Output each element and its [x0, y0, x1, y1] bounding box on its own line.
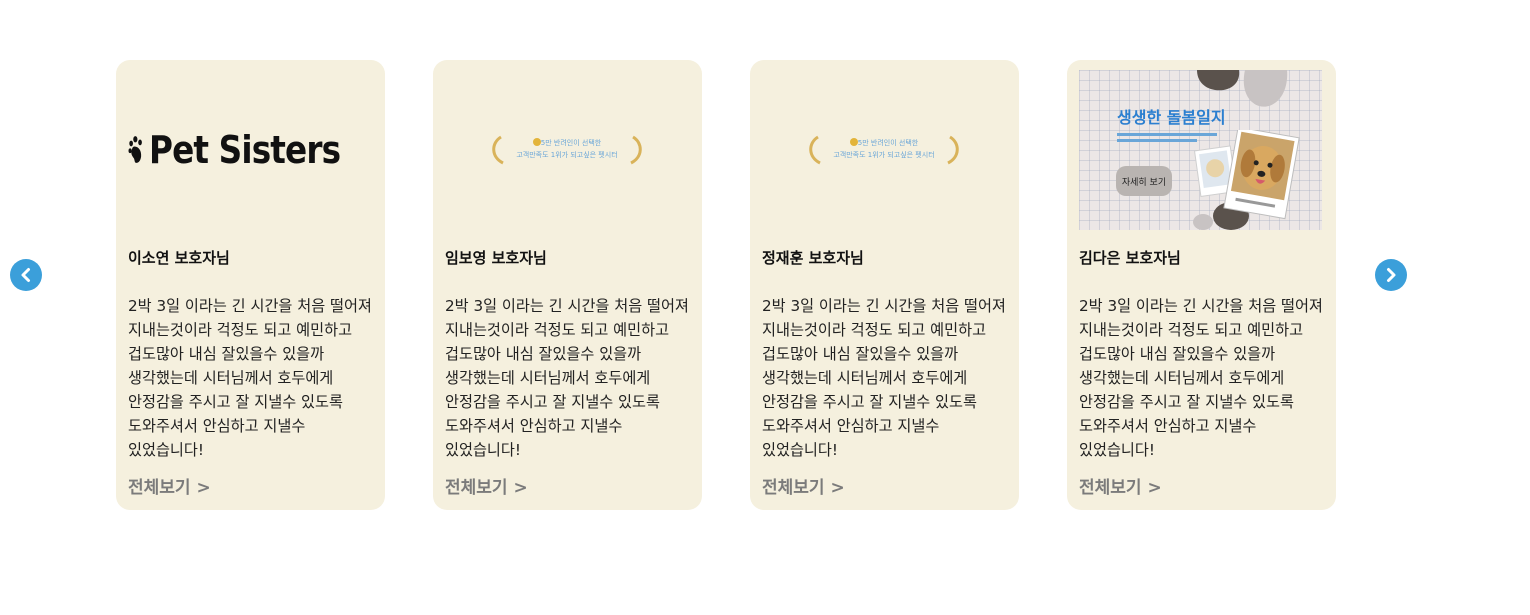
pet-sisters-logo: Pet Sisters [128, 70, 371, 230]
view-more-link[interactable]: 전체보기 > [128, 473, 211, 498]
laurel-badge: 5만 반려인이 선택한 고객만족도 1위가 되고싶은 펫시터 [762, 70, 1005, 230]
badge-line1: 5만 반려인이 선택한 [857, 138, 918, 147]
review-card: Pet Sisters 이소연 보호자님 2박 3일 이라는 긴 시간을 처음 … [116, 60, 385, 510]
view-more-link[interactable]: 전체보기 > [762, 473, 845, 498]
dog-photo [1194, 130, 1300, 220]
chevron-right-icon [1387, 268, 1396, 282]
view-more-link[interactable]: 전체보기 > [1079, 473, 1162, 498]
card-image: Pet Sisters [128, 70, 371, 230]
paw-icon [128, 136, 142, 163]
care-diary-banner: 생생한 돌봄일지 자세히 보기 [1079, 70, 1322, 230]
review-text: 2박 3일 이라는 긴 시간을 처음 떨어져 지내는것이라 걱정도 되고 예민하… [1079, 297, 1323, 459]
banner-detail-button[interactable]: 자세히 보기 [1116, 166, 1172, 196]
review-card: 5만 반려인이 선택한 고객만족도 1위가 되고싶은 펫시터 정재훈 보호자님 … [750, 60, 1019, 510]
card-image: 5만 반려인이 선택한 고객만족도 1위가 되고싶은 펫시터 [445, 70, 688, 230]
reviewer-name: 정재훈 보호자님 [762, 249, 864, 267]
logo-text: Pet Sisters [148, 128, 341, 172]
review-text: 2박 3일 이라는 긴 시간을 처음 떨어져 지내는것이라 걱정도 되고 예민하… [445, 297, 689, 459]
card-image: 생생한 돌봄일지 자세히 보기 [1079, 70, 1322, 230]
laurel-icon: 5만 반려인이 선택한 고객만족도 1위가 되고싶은 펫시터 [491, 135, 642, 165]
card-image: 5만 반려인이 선택한 고객만족도 1위가 되고싶은 펫시터 [762, 70, 1005, 230]
badge-line2: 고객만족도 1위가 되고싶은 펫시터 [833, 150, 934, 159]
badge-line1: 5만 반려인이 선택한 [540, 138, 601, 147]
review-text: 2박 3일 이라는 긴 시간을 처음 떨어져 지내는것이라 걱정도 되고 예민하… [128, 297, 372, 459]
carousel-prev-button[interactable] [10, 259, 42, 291]
badge-line2: 고객만족도 1위가 되고싶은 펫시터 [516, 150, 617, 159]
reviewer-name: 임보영 보호자님 [445, 249, 547, 267]
reviewer-name: 김다은 보호자님 [1079, 249, 1181, 267]
review-card: 5만 반려인이 선택한 고객만족도 1위가 되고싶은 펫시터 임보영 보호자님 … [433, 60, 702, 510]
review-carousel: Pet Sisters 이소연 보호자님 2박 3일 이라는 긴 시간을 처음 … [0, 0, 1530, 615]
carousel-next-button[interactable] [1375, 259, 1407, 291]
reviewer-name: 이소연 보호자님 [128, 249, 230, 267]
laurel-icon: 5만 반려인이 선택한 고객만족도 1위가 되고싶은 펫시터 [808, 135, 959, 165]
chevron-left-icon [21, 268, 30, 282]
laurel-badge: 5만 반려인이 선택한 고객만족도 1위가 되고싶은 펫시터 [445, 70, 688, 230]
banner-title: 생생한 돌봄일지 [1117, 108, 1226, 127]
view-more-link[interactable]: 전체보기 > [445, 473, 528, 498]
review-card: 생생한 돌봄일지 자세히 보기 김다은 보호자님 2박 3일 이라는 긴 시간을… [1067, 60, 1336, 510]
review-text: 2박 3일 이라는 긴 시간을 처음 떨어져 지내는것이라 걱정도 되고 예민하… [762, 297, 1006, 459]
